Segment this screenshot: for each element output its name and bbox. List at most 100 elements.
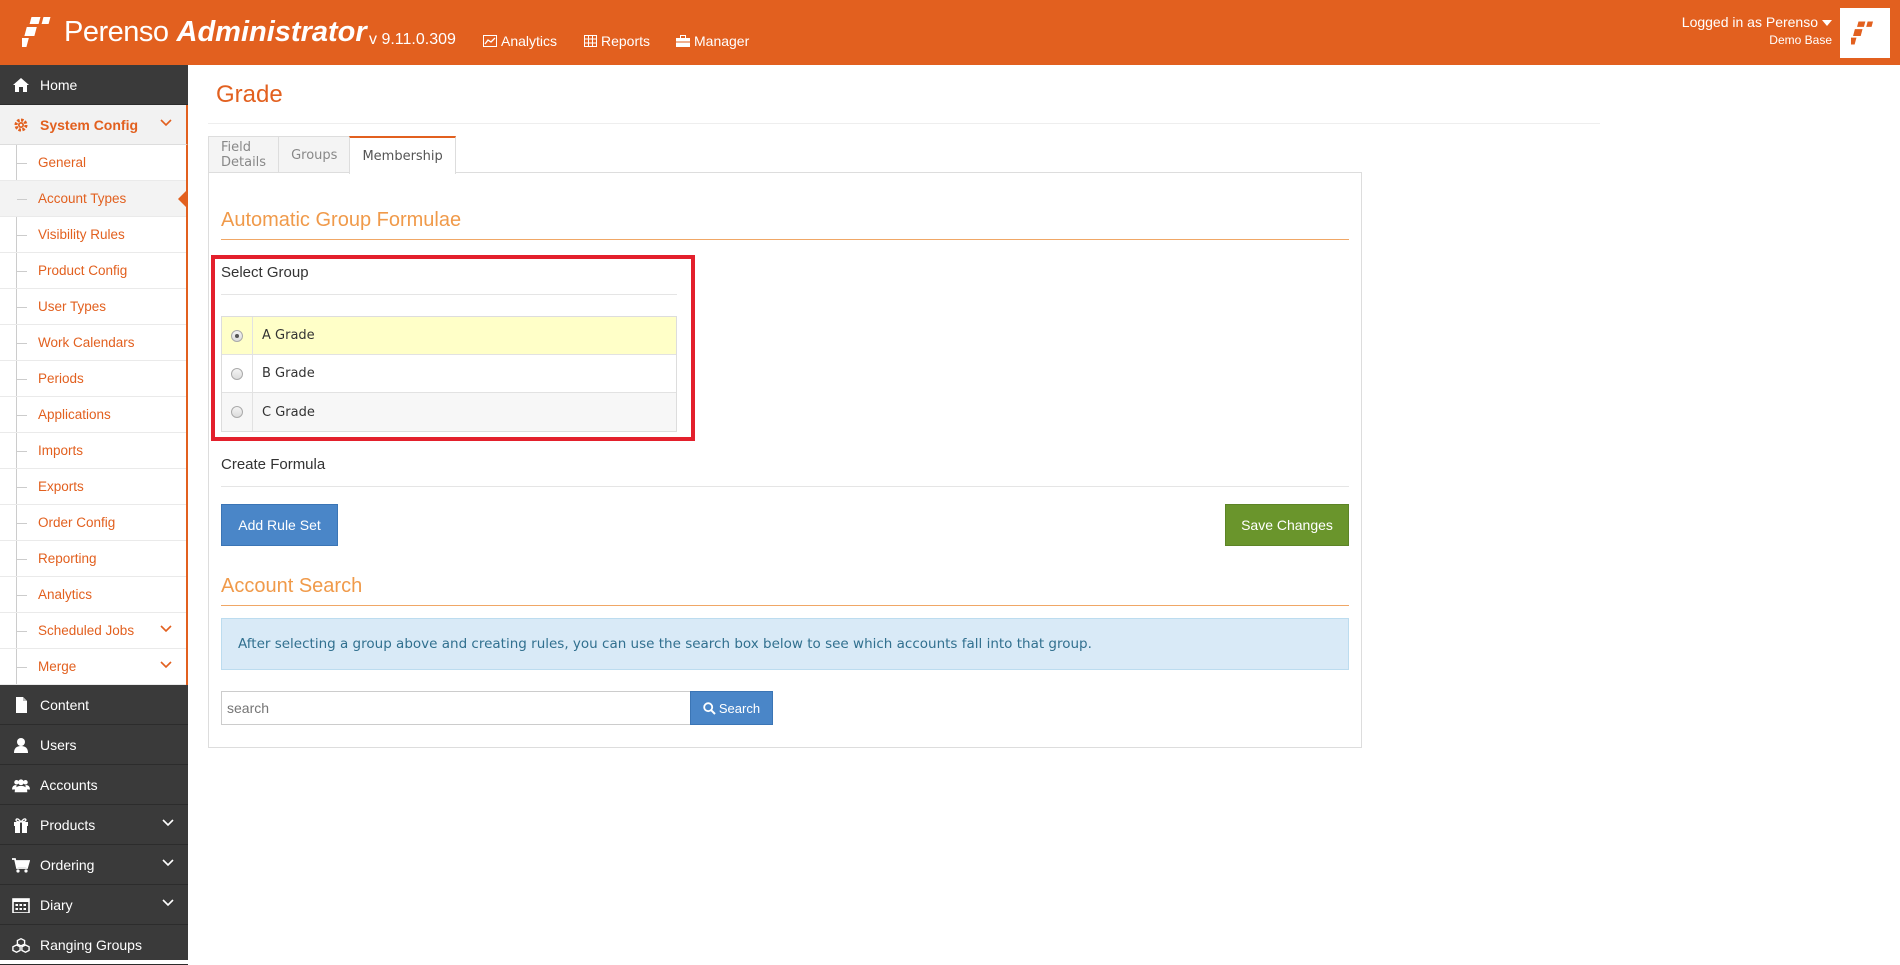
sidebar-item-label: Product Config [38,263,128,278]
login-subtext: Demo Base [1769,33,1832,47]
users-icon [12,779,30,793]
chevron-down-icon [160,625,172,633]
sidebar-item-label: Products [40,816,96,833]
tab-field-details[interactable]: Field Details [208,136,280,173]
sidebar-item-merge[interactable]: Merge [0,649,186,685]
caret-down-icon [1822,20,1832,27]
membership-panel: Automatic Group Formulae Select Group A … [208,172,1362,748]
sidebar-item-label: Scheduled Jobs [38,623,135,638]
file-icon [16,697,27,713]
sidebar-item-label: Home [40,76,78,93]
nav-reports-label: Reports [601,33,651,49]
sidebar-item-label: Merge [38,659,77,674]
group-label: B Grade [262,366,315,381]
sidebar-item-ranging-groups[interactable]: Ranging Groups [0,925,188,965]
perenso-logo-icon [1851,21,1874,45]
add-rule-set-button[interactable]: Add Rule Set [221,504,338,546]
tab-bar: Field Details Groups Membership [208,136,456,174]
sidebar-item-label: Ordering [40,856,95,873]
login-dropdown[interactable]: Logged in as Perenso Demo Base [1682,14,1832,47]
sidebar-item-ordering[interactable]: Ordering [0,845,188,885]
group-radio[interactable] [231,406,243,418]
home-icon [13,78,29,92]
chevron-down-icon [162,819,174,827]
sidebar-item-users[interactable]: Users [0,725,188,765]
sidebar-item-visibility-rules[interactable]: Visibility Rules [0,217,186,253]
info-alert: After selecting a group above and creati… [221,618,1349,670]
version-label: v 9.11.0.309 [369,31,456,48]
sidebar-item-home[interactable]: Home [0,65,188,105]
chevron-down-icon [162,899,174,907]
select-group-label: Select Group [221,264,309,281]
group-row-c-grade[interactable]: C Grade [222,393,676,431]
page-title: Grade [216,81,283,108]
brand-suffix: Administrator [176,15,367,48]
sidebar-item-scheduled-jobs[interactable]: Scheduled Jobs [0,613,186,649]
app-logo[interactable]: Perenso Administrator [22,10,367,54]
sidebar-item-label: Content [40,696,90,713]
search-button[interactable]: Search [690,691,773,725]
sidebar-item-label: User Types [38,299,107,314]
sidebar-item-applications[interactable]: Applications [0,397,186,433]
group-label: C Grade [262,404,315,420]
cart-icon [12,858,30,873]
avatar[interactable] [1840,8,1890,58]
nav-reports[interactable]: Reports [584,33,650,49]
group-row-b-grade[interactable]: B Grade [222,355,676,393]
system-config-submenu: General Account Types Visibility Rules P… [0,145,188,685]
sidebar-item-label: Periods [38,371,84,386]
sidebar-item-imports[interactable]: Imports [0,433,186,469]
top-bar: Perenso Administrator v 9.11.0.309 Analy… [0,0,1900,65]
sidebar-item-label: Account Types [38,191,127,206]
sidebar-item-products[interactable]: Products [0,805,188,845]
tab-groups[interactable]: Groups [278,136,351,173]
chevron-down-icon [160,661,172,669]
sidebar-item-label: System Config [40,116,139,133]
nav-manager[interactable]: Manager [676,33,749,49]
chevron-down-icon [162,859,174,867]
sidebar-item-reporting[interactable]: Reporting [0,541,186,577]
brand-name: Perenso [64,15,169,48]
sidebar-item-content[interactable]: Content [0,685,188,725]
sidebar: Home System Config General Account Types… [0,65,188,965]
sidebar-item-label: Diary [40,896,73,913]
sidebar-item-label: Order Config [38,515,116,530]
sidebar-item-product-config[interactable]: Product Config [0,253,186,289]
cubes-icon [12,937,30,953]
login-text: Logged in as Perenso [1681,14,1818,30]
sidebar-item-account-types[interactable]: Account Types [0,181,188,217]
group-radio[interactable] [231,329,243,342]
sidebar-item-order-config[interactable]: Order Config [0,505,186,541]
formulae-divider [221,239,1349,240]
nav-analytics[interactable]: Analytics [483,33,557,49]
account-search-heading: Account Search [221,575,363,597]
save-changes-button[interactable]: Save Changes [1225,504,1349,546]
perenso-logo-icon [22,17,51,47]
sidebar-item-label: Accounts [40,776,98,793]
sidebar-item-diary[interactable]: Diary [0,885,188,925]
search-button-label: Search [718,700,761,716]
sidebar-item-general[interactable]: General [0,145,186,181]
sidebar-item-label: Imports [38,443,84,458]
sidebar-item-label: General [38,155,87,170]
sidebar-item-label: Applications [38,407,111,422]
formulae-heading: Automatic Group Formulae [221,209,462,231]
create-formula-label: Create Formula [221,456,326,473]
sidebar-item-user-types[interactable]: User Types [0,289,186,325]
user-icon [14,738,28,753]
group-row-a-grade[interactable]: A Grade [222,317,676,355]
search-input[interactable] [221,691,691,725]
group-list: A Grade B Grade C Grade [221,316,677,432]
sidebar-item-system-config[interactable]: System Config [0,105,188,145]
chevron-down-icon [160,119,172,127]
group-radio[interactable] [231,367,243,380]
sidebar-item-label: Work Calendars [38,335,135,350]
sidebar-item-accounts[interactable]: Accounts [0,765,188,805]
sidebar-item-periods[interactable]: Periods [0,361,186,397]
sidebar-item-analytics[interactable]: Analytics [0,577,186,613]
gear-icon [14,118,28,132]
sidebar-item-exports[interactable]: Exports [0,469,186,505]
sidebar-item-work-calendars[interactable]: Work Calendars [0,325,186,361]
tab-membership[interactable]: Membership [349,136,456,174]
gift-icon [14,818,28,833]
